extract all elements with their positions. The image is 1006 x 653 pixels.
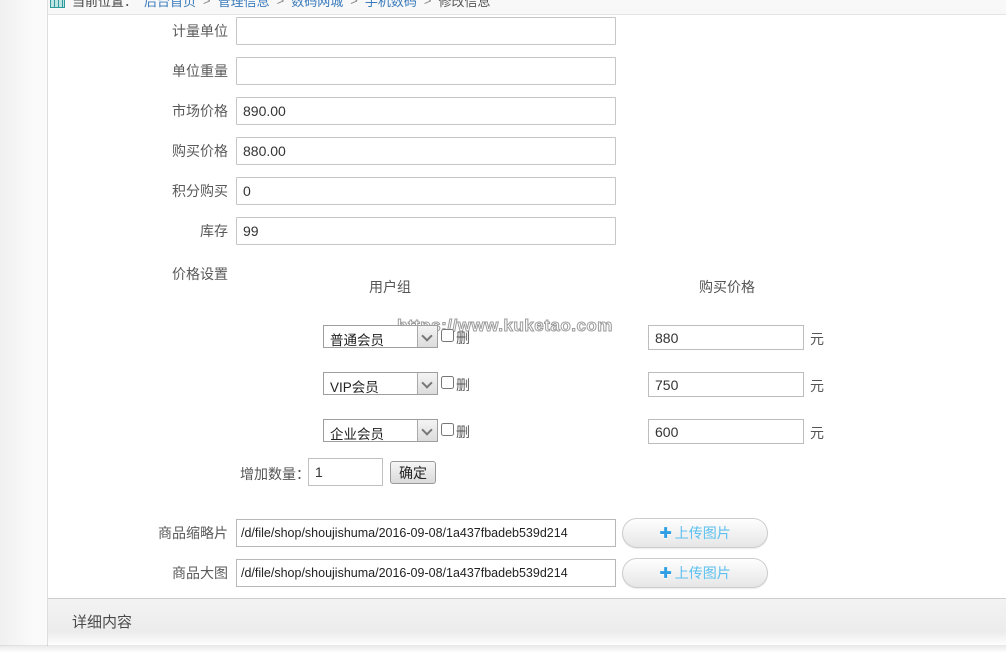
unit-input[interactable] (236, 17, 616, 45)
user-group-selected-value: 普通会员 (330, 333, 384, 348)
group-price-input-enterprise[interactable] (648, 419, 804, 444)
upload-large-image-button[interactable]: ✚ 上传图片 (622, 558, 768, 588)
group-price-input-normal[interactable] (648, 325, 804, 350)
product-edit-page: 当前位置： 后台首页 > 管理信息 > 数码网城 > 手机数码 > 修改信息 计… (0, 0, 1006, 653)
breadcrumb: 当前位置： 后台首页 > 管理信息 > 数码网城 > 手机数码 > 修改信息 (50, 0, 490, 10)
thumbnail-label: 商品缩略片 (158, 525, 228, 541)
delete-label: 删 (456, 330, 470, 346)
breadcrumb-separator: > (276, 0, 285, 8)
breadcrumb-link-home[interactable]: 后台首页 (144, 0, 196, 10)
user-group-select-enterprise[interactable]: 企业会员 (323, 419, 438, 442)
points-buy-input[interactable] (236, 177, 616, 205)
breadcrumb-separator: > (203, 0, 211, 8)
delete-checkbox[interactable] (441, 376, 454, 389)
large-image-path-input[interactable] (236, 559, 616, 587)
yuan-unit-label: 元 (810, 378, 824, 394)
upload-button-label: 上传图片 (674, 565, 731, 581)
user-group-column-header: 用户组 (369, 279, 411, 295)
delete-checkbox[interactable] (441, 329, 454, 342)
breadcrumb-current: 修改信息 (438, 0, 491, 9)
large-image-field-row: 商品大图 ✚上传图片 (0, 558, 1006, 589)
plus-icon: ✚ (659, 565, 672, 582)
field-row-buy-price: 购买价格 (0, 137, 1006, 165)
breadcrumb-separator: > (350, 0, 358, 8)
upload-thumbnail-button[interactable]: ✚ 上传图片 (622, 518, 768, 548)
delete-checkbox[interactable] (441, 423, 454, 436)
yuan-unit-label: 元 (810, 331, 824, 347)
stock-label: 库存 (200, 223, 228, 239)
field-row-unit-weight: 单位重量 (0, 57, 1006, 85)
location-grid-icon (50, 0, 65, 8)
price-group-row-enterprise: 企业会员 删 元 (0, 419, 1006, 445)
plus-icon: ✚ (659, 525, 672, 542)
breadcrumb-link-subcategory[interactable]: 手机数码 (365, 0, 417, 10)
add-quantity-label: 增加数量： (240, 466, 310, 482)
market-price-label: 市场价格 (172, 103, 228, 119)
add-quantity-input[interactable] (308, 458, 383, 486)
breadcrumb-prefix: 当前位置： (72, 0, 138, 9)
chevron-down-icon (417, 326, 437, 347)
unit-label: 计量单位 (172, 23, 228, 39)
unit-weight-label: 单位重量 (172, 63, 228, 79)
user-group-selected-value: VIP会员 (330, 380, 379, 395)
buy-price-label: 购买价格 (172, 143, 228, 159)
add-quantity-row: 增加数量： 确定 (0, 457, 1006, 487)
unit-weight-input[interactable] (236, 57, 616, 85)
user-group-selected-value: 企业会员 (330, 427, 384, 442)
breadcrumb-separator: > (423, 0, 432, 8)
buy-price-input[interactable] (236, 137, 616, 165)
breadcrumb-link-manage-info[interactable]: 管理信息 (218, 0, 270, 10)
field-row-market-price: 市场价格 (0, 97, 1006, 125)
thumbnail-path-input[interactable] (236, 519, 616, 547)
breadcrumb-link-category[interactable]: 数码网城 (291, 0, 343, 10)
yuan-unit-label: 元 (810, 425, 824, 441)
group-price-input-vip[interactable] (648, 372, 804, 397)
market-price-input[interactable] (236, 97, 616, 125)
points-buy-label: 积分购买 (172, 183, 228, 199)
user-group-select-normal[interactable]: 普通会员 (323, 325, 438, 348)
user-group-select-vip[interactable]: VIP会员 (323, 372, 438, 395)
detail-content-bar: 详细内容 (48, 598, 1006, 646)
price-group-row-normal: 普通会员 删 元 (0, 325, 1006, 351)
price-settings-label: 价格设置 (172, 266, 228, 282)
breadcrumb-bar: 当前位置： 后台首页 > 管理信息 > 数码网城 > 手机数码 > 修改信息 (48, 0, 1006, 15)
price-group-row-vip: VIP会员 删 元 (0, 372, 1006, 398)
upload-button-label: 上传图片 (674, 525, 731, 541)
delete-label: 删 (456, 424, 470, 440)
stock-input[interactable] (236, 217, 616, 245)
delete-label: 删 (456, 377, 470, 393)
chevron-down-icon (417, 373, 437, 394)
detail-content-title: 详细内容 (72, 614, 133, 631)
field-row-unit: 计量单位 (0, 17, 1006, 45)
field-row-stock: 库存 (0, 217, 1006, 245)
field-row-points-buy: 积分购买 (0, 177, 1006, 205)
panel-shadow (0, 645, 1006, 653)
large-image-label: 商品大图 (172, 565, 228, 581)
buy-price-column-header: 购买价格 (699, 279, 755, 295)
confirm-button[interactable]: 确定 (390, 461, 436, 484)
chevron-down-icon (417, 420, 437, 441)
thumbnail-field-row: 商品缩略片 ✚上传图片 (0, 518, 1006, 549)
